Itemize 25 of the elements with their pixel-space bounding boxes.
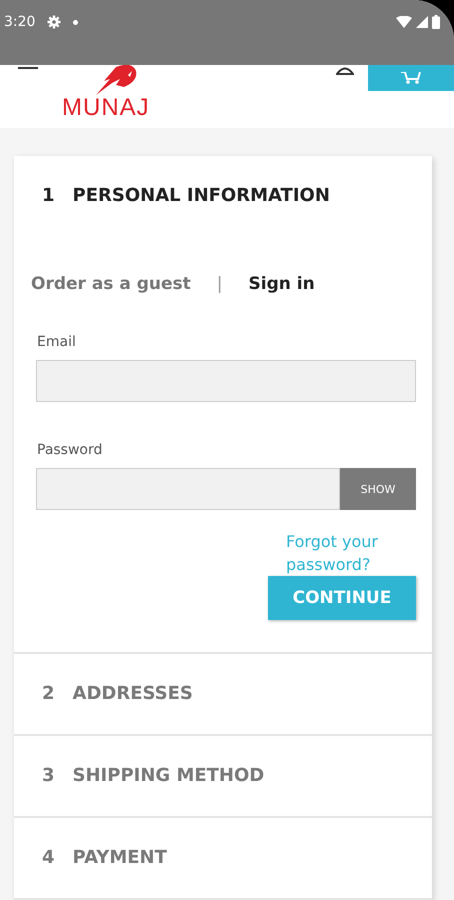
user-icon[interactable] (336, 67, 354, 75)
input-field[interactable] (36, 468, 340, 510)
step-heading[interactable]: 4 PAYMENT (14, 818, 432, 898)
input-field[interactable] (36, 360, 416, 402)
tab[interactable]: Sign in (248, 274, 315, 294)
logo-text[interactable]: MUNAJ (62, 95, 150, 121)
menu-icon[interactable] (18, 67, 38, 70)
tab-separator: | (216, 274, 223, 294)
step-heading[interactable]: 3 SHIPPING METHOD (14, 736, 432, 816)
tab[interactable]: Order as a guest (31, 274, 191, 294)
dot-icon (73, 20, 78, 24)
show-button[interactable]: SHOW (340, 468, 416, 510)
step-heading[interactable]: 1 PERSONAL INFORMATION (14, 156, 432, 236)
field-label: Email (36, 333, 77, 352)
signal-icon (416, 16, 428, 28)
cart-icon (401, 72, 421, 84)
step-heading[interactable]: 2 ADDRESSES (14, 654, 432, 734)
battery-icon (432, 15, 440, 29)
continue-button[interactable]: CONTINUE (268, 576, 416, 620)
gear-icon (47, 15, 62, 29)
field-label: Password (36, 441, 104, 460)
wifi-icon (396, 16, 412, 28)
clock-time: 3:20 (4, 14, 36, 30)
forgot-password-link[interactable]: Forgot your password? (286, 530, 406, 576)
cart-button[interactable] (368, 65, 454, 91)
